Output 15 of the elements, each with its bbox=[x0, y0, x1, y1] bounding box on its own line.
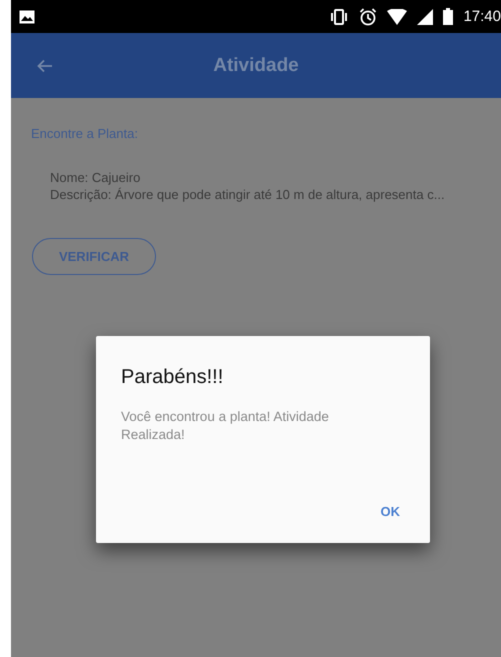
dialog-message: Você encontrou a planta! Atividade Realizada! bbox=[121, 408, 330, 444]
image-icon bbox=[19, 10, 35, 24]
back-button[interactable] bbox=[37, 58, 53, 72]
dialog-title: Parabéns!!! bbox=[121, 366, 224, 389]
clock-time: 17:40 bbox=[463, 8, 501, 25]
section-heading: Encontre a Planta: bbox=[31, 126, 138, 141]
plant-info-text: Descrição: Árvore que pode atingir até 10 m de altura, apresenta c... bbox=[50, 186, 445, 203]
battery-icon bbox=[443, 8, 454, 25]
plant-info-text: Nome: Cajueiro bbox=[50, 169, 142, 186]
screen-title: Atividade bbox=[213, 54, 299, 76]
alarm-clock-icon bbox=[359, 8, 378, 26]
signal-icon bbox=[417, 8, 434, 24]
ok-button[interactable]: OK bbox=[376, 494, 404, 529]
vibrate-icon bbox=[329, 8, 350, 24]
wifi-icon bbox=[387, 8, 408, 24]
